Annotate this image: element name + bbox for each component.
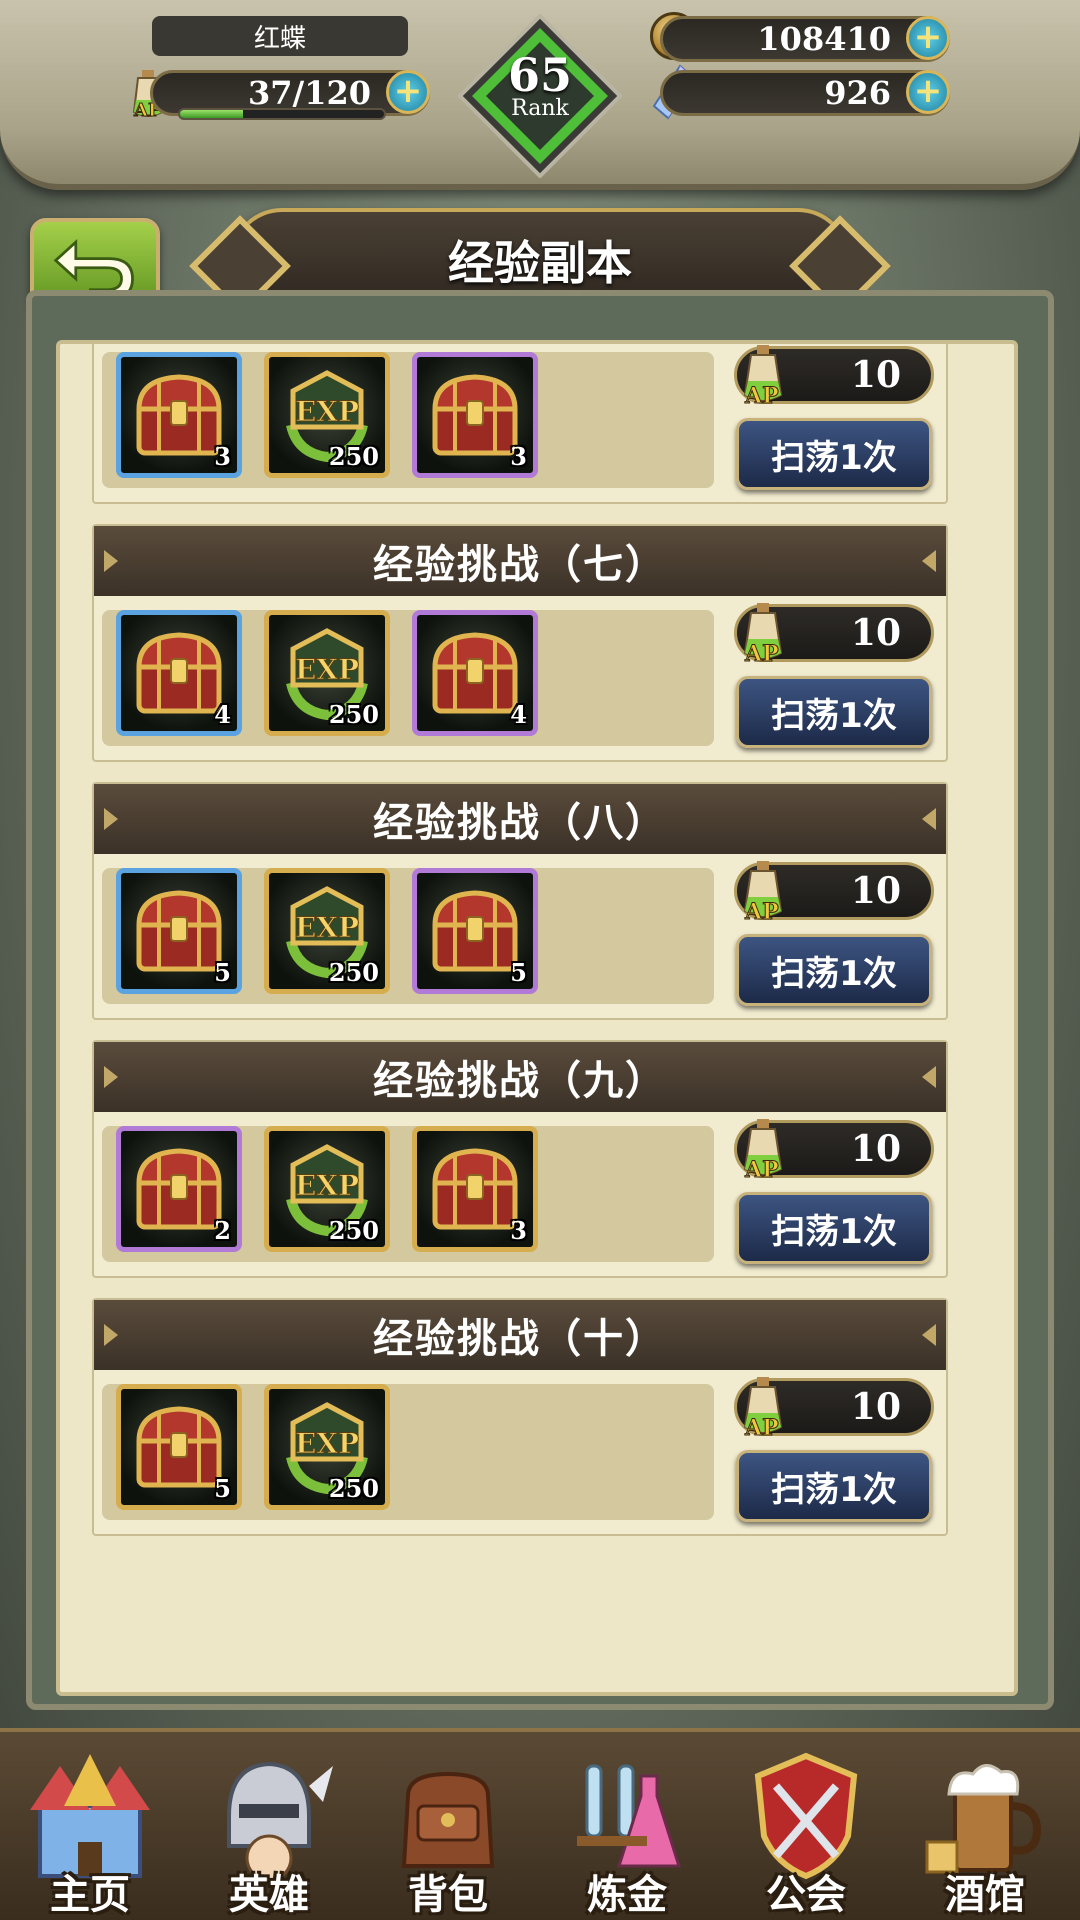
- reward-item[interactable]: 5: [116, 1384, 242, 1510]
- player-name: 红蝶: [152, 16, 408, 56]
- reward-item[interactable]: 3: [116, 352, 242, 478]
- reward-item[interactable]: EXP 250: [264, 868, 390, 994]
- reward-item[interactable]: 4: [412, 610, 538, 736]
- svg-text:EXP: EXP: [295, 911, 359, 944]
- ap-progress-bar: [178, 108, 386, 120]
- nav-item-guild-shield[interactable]: 公会: [720, 1732, 892, 1920]
- stage-list-panel[interactable]: 3 EXP 250 3 AP 10 扫荡1次 经验挑战（七） 4 EXP 250 4 AP 10 扫荡1次经…: [56, 340, 1018, 1696]
- stage-body: 5 EXP 250 5 AP 10 扫荡1次: [94, 854, 946, 1018]
- reward-count: 250: [328, 1216, 379, 1245]
- stage-body: 3 EXP 250 3 AP 10 扫荡1次: [94, 344, 946, 502]
- nav-label: 炼金: [587, 1872, 667, 1918]
- add-gold-button[interactable]: +: [906, 16, 950, 60]
- rank-value: 65: [507, 48, 572, 102]
- svg-text:AP: AP: [744, 641, 779, 667]
- nav-item-castle[interactable]: 主页: [4, 1732, 176, 1920]
- reward-count: 250: [328, 700, 379, 729]
- nav-item-knight-helmet[interactable]: 英雄: [183, 1732, 355, 1920]
- ap-potion-icon: AP: [744, 1377, 783, 1442]
- stage-title: 经验挑战（十）: [94, 1300, 946, 1370]
- stage-title: 经验挑战（七）: [94, 526, 946, 596]
- svg-text:EXP: EXP: [295, 395, 359, 428]
- stage-list: 3 EXP 250 3 AP 10 扫荡1次 经验挑战（七） 4 EXP 250 4 AP 10 扫荡1次经…: [92, 344, 948, 1556]
- reward-item[interactable]: EXP 250: [264, 1126, 390, 1252]
- ap-potion-icon: AP: [744, 345, 783, 410]
- ap-cost: AP 10: [734, 1119, 934, 1184]
- reward-count: 2: [214, 1216, 231, 1245]
- ap-cost: AP 10: [734, 861, 934, 926]
- reward-count: 4: [214, 700, 231, 729]
- stage-card: 经验挑战（十） 5 EXP 250 AP 10 扫荡1次: [92, 1298, 948, 1536]
- ap-cost-value: 10: [850, 612, 901, 654]
- svg-text:AP: AP: [744, 383, 779, 409]
- stage-body: 4 EXP 250 4 AP 10 扫荡1次: [94, 596, 946, 760]
- ap-cost: AP 10: [734, 603, 934, 668]
- svg-text:AP: AP: [744, 899, 779, 925]
- top-hud: 红蝶 AP 37/120 + 108410 + 926 + 65 Rank: [0, 0, 1080, 190]
- nav-item-potion-flasks[interactable]: 炼金: [541, 1732, 713, 1920]
- nav-label: 公会: [766, 1872, 846, 1918]
- sweep-once-button[interactable]: 扫荡1次: [736, 934, 932, 1006]
- stage-card: 经验挑战（八） 5 EXP 250 5 AP 10 扫荡1次: [92, 782, 948, 1020]
- stage-body: 2 EXP 250 3 AP 10 扫荡1次: [94, 1112, 946, 1276]
- nav-label: 英雄: [229, 1872, 309, 1918]
- ap-cost-value: 10: [850, 1386, 901, 1428]
- stage-card: 经验挑战（七） 4 EXP 250 4 AP 10 扫荡1次: [92, 524, 948, 762]
- bottom-nav: 主页 英雄 背包 炼金 公会 酒馆: [0, 1728, 1080, 1920]
- reward-item[interactable]: 3: [412, 1126, 538, 1252]
- ap-potion-icon: AP: [744, 1119, 783, 1184]
- reward-count: 5: [214, 958, 231, 987]
- stage-card: 经验挑战（九） 2 EXP 250 3 AP 10 扫荡1次: [92, 1040, 948, 1278]
- reward-item[interactable]: EXP 250: [264, 1384, 390, 1510]
- ap-cost-value: 10: [850, 870, 901, 912]
- stage-card: 3 EXP 250 3 AP 10 扫荡1次: [92, 344, 948, 504]
- rank-label: Rank: [511, 96, 569, 121]
- sweep-once-button[interactable]: 扫荡1次: [736, 418, 932, 490]
- nav-label: 背包: [408, 1872, 488, 1918]
- svg-text:EXP: EXP: [295, 653, 359, 686]
- svg-text:AP: AP: [744, 1415, 779, 1441]
- sweep-once-button[interactable]: 扫荡1次: [736, 1192, 932, 1264]
- reward-item[interactable]: EXP 250: [264, 610, 390, 736]
- page-title: 经验副本: [448, 236, 632, 290]
- reward-count: 5: [214, 1474, 231, 1503]
- nav-label: 主页: [50, 1872, 130, 1918]
- reward-item[interactable]: 3: [412, 352, 538, 478]
- nav-item-tavern-beer[interactable]: 酒馆: [899, 1732, 1071, 1920]
- reward-count: 250: [328, 1474, 379, 1503]
- reward-count: 250: [328, 958, 379, 987]
- sweep-once-button[interactable]: 扫荡1次: [736, 676, 932, 748]
- ap-cost-value: 10: [850, 1128, 901, 1170]
- stage-title: 经验挑战（九）: [94, 1042, 946, 1112]
- ap-potion-icon: AP: [744, 861, 783, 926]
- nav-label: 酒馆: [945, 1872, 1025, 1918]
- ap-cost-value: 10: [850, 354, 901, 396]
- ap-cost: AP 10: [734, 345, 934, 410]
- nav-item-backpack[interactable]: 背包: [362, 1732, 534, 1920]
- add-ap-button[interactable]: +: [386, 70, 430, 114]
- reward-count: 5: [510, 958, 527, 987]
- svg-text:EXP: EXP: [295, 1427, 359, 1460]
- reward-count: 3: [510, 442, 527, 471]
- ap-potion-icon: AP: [744, 603, 783, 668]
- stage-body: 5 EXP 250 AP 10 扫荡1次: [94, 1370, 946, 1534]
- reward-item[interactable]: 2: [116, 1126, 242, 1252]
- svg-text:EXP: EXP: [295, 1169, 359, 1202]
- ap-progress-fill: [180, 110, 244, 118]
- reward-count: 3: [214, 442, 231, 471]
- reward-item[interactable]: 5: [412, 868, 538, 994]
- reward-count: 250: [328, 442, 379, 471]
- add-gem-button[interactable]: +: [906, 70, 950, 114]
- ap-cost: AP 10: [734, 1377, 934, 1442]
- reward-item[interactable]: 4: [116, 610, 242, 736]
- reward-item[interactable]: 5: [116, 868, 242, 994]
- svg-text:AP: AP: [744, 1157, 779, 1183]
- stage-title: 经验挑战（八）: [94, 784, 946, 854]
- reward-item[interactable]: EXP 250: [264, 352, 390, 478]
- sweep-once-button[interactable]: 扫荡1次: [736, 1450, 932, 1522]
- reward-count: 3: [510, 1216, 527, 1245]
- reward-count: 4: [510, 700, 527, 729]
